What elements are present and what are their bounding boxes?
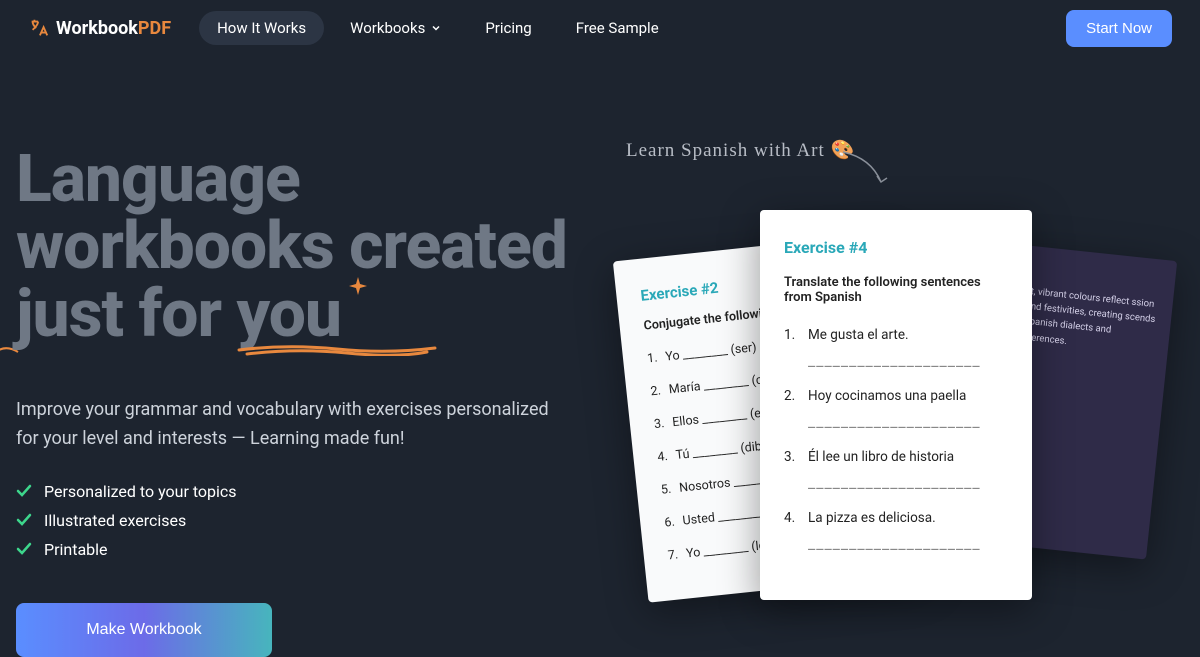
- top-nav: WorkbookPDF How It Works Workbooks Prici…: [0, 0, 1200, 56]
- feature-item: Illustrated exercises: [16, 511, 596, 530]
- feature-list: Personalized to your topics Illustrated …: [16, 482, 596, 559]
- start-now-button[interactable]: Start Now: [1066, 10, 1172, 47]
- nav-workbooks[interactable]: Workbooks: [332, 11, 459, 45]
- preview-card-front: Exercise #4 Translate the following sent…: [760, 210, 1032, 600]
- check-icon: [16, 541, 32, 557]
- hero-left: Language workbooks created just for you …: [16, 146, 596, 657]
- feature-item: Printable: [16, 540, 596, 559]
- headline: Language workbooks created just for you: [16, 146, 596, 348]
- make-workbook-button[interactable]: Make Workbook: [16, 603, 272, 657]
- logo-text: WorkbookPDF: [56, 18, 171, 39]
- translate-icon: [28, 17, 50, 39]
- arrow-icon: [841, 150, 891, 190]
- check-icon: [16, 512, 32, 528]
- underline-squiggle: [237, 342, 437, 356]
- exercise-instruction: Translate the following sentences from S…: [784, 275, 1008, 305]
- feature-item: Personalized to your topics: [16, 482, 596, 501]
- check-icon: [16, 483, 32, 499]
- nav-how-it-works[interactable]: How It Works: [199, 11, 324, 45]
- subheadline: Improve your grammar and vocabulary with…: [16, 396, 556, 454]
- nav-pricing[interactable]: Pricing: [467, 11, 549, 45]
- chevron-down-icon: [431, 23, 441, 33]
- hero-right: Learn Spanish with Art 🎨 rt, vibrant col…: [596, 146, 1184, 657]
- preview-caption: Learn Spanish with Art 🎨: [626, 138, 855, 162]
- hero-section: Language workbooks created just for you …: [0, 146, 1200, 657]
- nav-items: How It Works Workbooks Pricing Free Samp…: [199, 11, 677, 45]
- logo[interactable]: WorkbookPDF: [28, 17, 171, 39]
- sparkle-icon: [347, 277, 369, 299]
- nav-free-sample[interactable]: Free Sample: [558, 11, 677, 45]
- exercise-title: Exercise #4: [784, 238, 1008, 257]
